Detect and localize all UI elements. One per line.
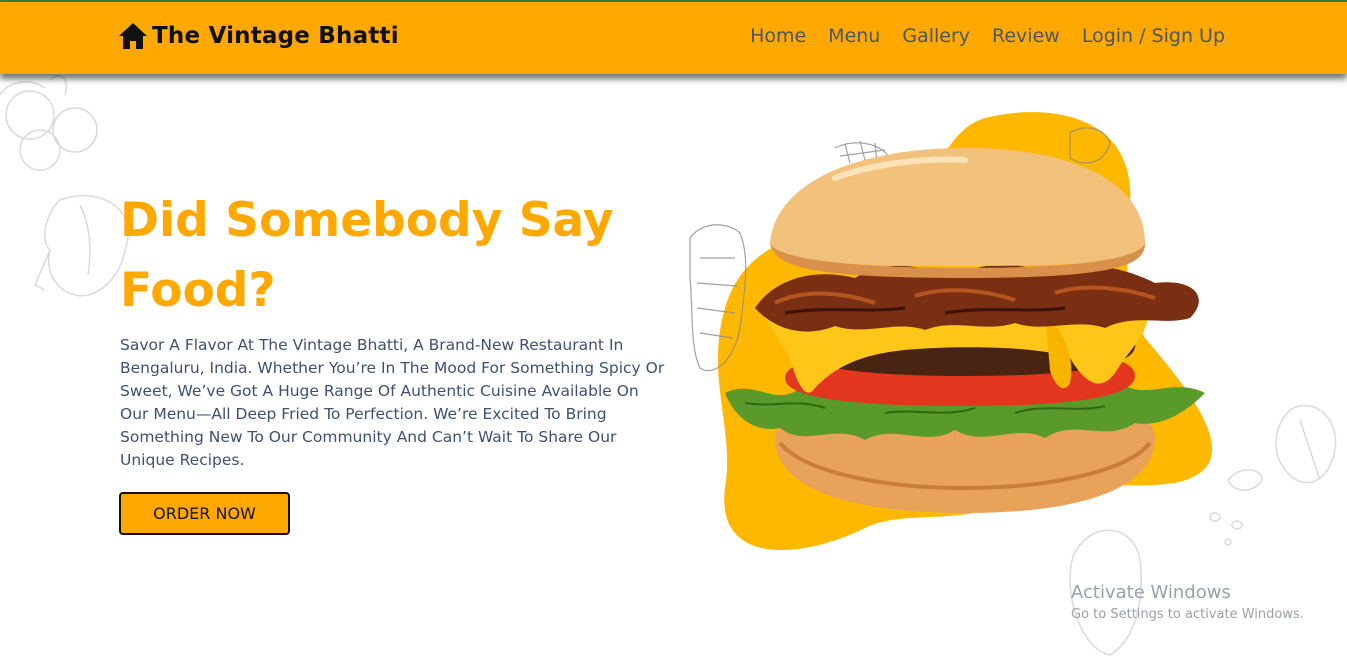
hero-title: Did Somebody Say Food? bbox=[120, 186, 640, 326]
home-icon bbox=[119, 23, 147, 49]
brand-name: The Vintage Bhatti bbox=[152, 23, 399, 49]
hero-title-line1: Did Somebody Say bbox=[120, 193, 614, 248]
watermark-subtitle: Go to Settings to activate Windows. bbox=[1071, 607, 1304, 622]
top-navbar: The Vintage Bhatti Home Menu Gallery Rev… bbox=[0, 2, 1347, 74]
hero-description: Savor A Flavor At The Vintage Bhatti, A … bbox=[120, 336, 665, 469]
windows-activation-watermark: Activate Windows Go to Settings to activ… bbox=[1071, 582, 1304, 622]
burger-image bbox=[689, 112, 1213, 551]
nav-login-signup[interactable]: Login / Sign Up bbox=[1082, 25, 1225, 47]
nav-menu[interactable]: Menu bbox=[828, 25, 880, 47]
brand-logo[interactable]: The Vintage Bhatti bbox=[118, 22, 399, 50]
nav-home[interactable]: Home bbox=[750, 25, 806, 47]
main-nav: Home Menu Gallery Review Login / Sign Up bbox=[750, 25, 1225, 47]
nav-review[interactable]: Review bbox=[992, 25, 1060, 47]
order-now-button[interactable]: ORDER NOW bbox=[119, 492, 290, 535]
hero-title-line2: Food? bbox=[120, 263, 276, 318]
watermark-title: Activate Windows bbox=[1071, 582, 1231, 603]
nav-gallery[interactable]: Gallery bbox=[902, 25, 970, 47]
